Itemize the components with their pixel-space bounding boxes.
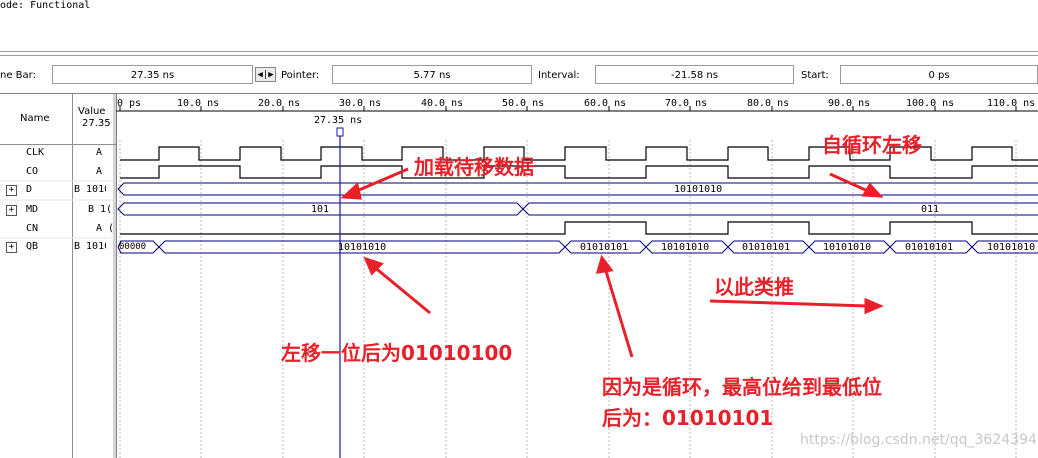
d-bus-value: 10101010 — [674, 184, 723, 195]
qb-bus — [117, 240, 1038, 254]
qb-bus-value: 10101010 — [661, 242, 710, 253]
annotation-and-so-on: 以此类推 — [714, 275, 794, 299]
annotation-arrows — [340, 167, 884, 358]
qb-bus-value: 10101010 — [338, 242, 387, 253]
annotation-load: 加载待移数据 — [414, 155, 534, 179]
annotation-after-shift: 左移一位后为01010100 — [281, 341, 513, 365]
watermark: https://blog.csdn.net/qq_36243942 — [800, 432, 1038, 448]
co-waveform — [120, 165, 1038, 179]
waveform-canvas[interactable] — [0, 0, 1038, 458]
cn-waveform — [120, 221, 1038, 235]
annotation-self-loop: 自循环左移 — [822, 133, 922, 157]
qb-bus-value: 01010101 — [742, 242, 791, 253]
grid-lines — [119, 140, 1017, 458]
qb-bus-value: 10101010 — [987, 242, 1036, 253]
md-bus-value: 101 — [311, 204, 330, 215]
cursor-handle — [336, 127, 344, 137]
annotation-because-1: 因为是循环，最高位给到最低位 — [602, 375, 882, 399]
qb-bus-value: 01010101 — [905, 242, 954, 253]
ruler — [116, 106, 1038, 112]
annotation-because-2: 后为：01010101 — [602, 406, 774, 430]
md-bus-value: 011 — [921, 204, 940, 215]
qb-bus-value: 01010101 — [580, 242, 629, 253]
qb-bus-value: 00000 — [119, 242, 147, 252]
d-bus — [117, 182, 1038, 196]
qb-bus-value: 10101010 — [823, 242, 872, 253]
md-bus — [117, 202, 1038, 216]
